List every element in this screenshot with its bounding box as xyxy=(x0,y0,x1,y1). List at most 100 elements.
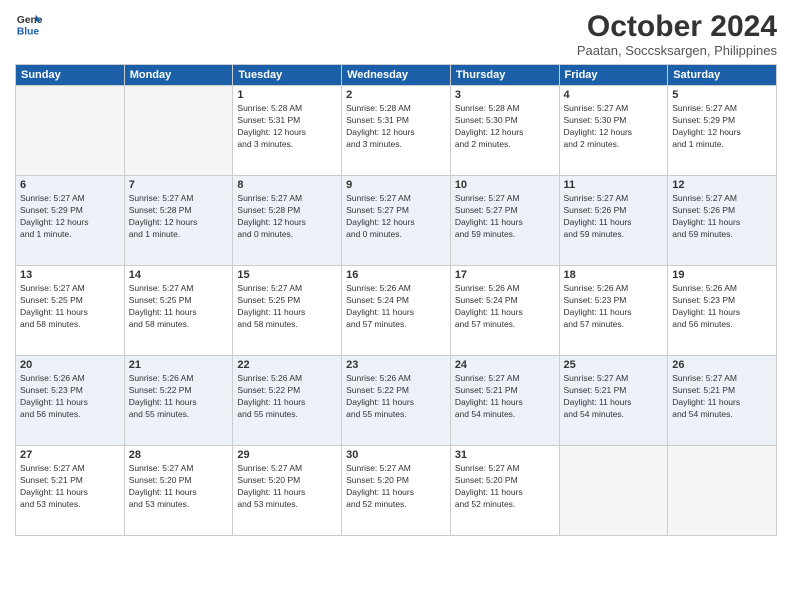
day-info: Sunrise: 5:27 AM Sunset: 5:29 PM Dayligh… xyxy=(672,103,772,151)
day-info: Sunrise: 5:27 AM Sunset: 5:20 PM Dayligh… xyxy=(346,463,446,511)
day-info: Sunrise: 5:27 AM Sunset: 5:21 PM Dayligh… xyxy=(455,373,555,421)
calendar-cell: 13 Sunrise: 5:27 AM Sunset: 5:25 PM Dayli… xyxy=(16,266,125,356)
day-number: 22 xyxy=(237,359,337,371)
calendar-week-5: 27 Sunrise: 5:27 AM Sunset: 5:21 PM Dayli… xyxy=(16,446,777,536)
day-number: 8 xyxy=(237,179,337,191)
day-number: 23 xyxy=(346,359,446,371)
day-number: 14 xyxy=(129,269,229,281)
day-info: Sunrise: 5:26 AM Sunset: 5:23 PM Dayligh… xyxy=(20,373,120,421)
calendar-table: Sunday Monday Tuesday Wednesday Thursday… xyxy=(15,64,777,536)
day-number: 11 xyxy=(564,179,664,191)
day-number: 6 xyxy=(20,179,120,191)
logo-icon: General Blue xyxy=(15,10,43,38)
day-info: Sunrise: 5:27 AM Sunset: 5:28 PM Dayligh… xyxy=(129,193,229,241)
calendar-week-4: 20 Sunrise: 5:26 AM Sunset: 5:23 PM Dayli… xyxy=(16,356,777,446)
calendar-cell: 14 Sunrise: 5:27 AM Sunset: 5:25 PM Dayli… xyxy=(124,266,233,356)
col-sunday: Sunday xyxy=(16,65,125,86)
day-info: Sunrise: 5:26 AM Sunset: 5:24 PM Dayligh… xyxy=(346,283,446,331)
calendar-cell: 30Sunrise: 5:27 AM Sunset: 5:20 PM Dayli… xyxy=(342,446,451,536)
svg-text:Blue: Blue xyxy=(17,26,40,37)
col-saturday: Saturday xyxy=(668,65,777,86)
day-info: Sunrise: 5:27 AM Sunset: 5:27 PM Dayligh… xyxy=(346,193,446,241)
col-tuesday: Tuesday xyxy=(233,65,342,86)
day-number: 7 xyxy=(129,179,229,191)
calendar-cell: 19Sunrise: 5:26 AM Sunset: 5:23 PM Dayli… xyxy=(668,266,777,356)
day-number: 27 xyxy=(20,449,120,461)
calendar-cell: 15 Sunrise: 5:27 AM Sunset: 5:25 PM Dayli… xyxy=(233,266,342,356)
calendar-cell xyxy=(16,86,125,176)
day-info: Sunrise: 5:27 AM Sunset: 5:30 PM Dayligh… xyxy=(564,103,664,151)
day-info: Sunrise: 5:26 AM Sunset: 5:22 PM Dayligh… xyxy=(346,373,446,421)
calendar-cell xyxy=(559,446,668,536)
calendar-week-3: 13 Sunrise: 5:27 AM Sunset: 5:25 PM Dayli… xyxy=(16,266,777,356)
day-number: 16 xyxy=(346,269,446,281)
header-row: Sunday Monday Tuesday Wednesday Thursday… xyxy=(16,65,777,86)
calendar-cell: 22 Sunrise: 5:26 AM Sunset: 5:22 PM Dayli… xyxy=(233,356,342,446)
calendar-cell: 16 Sunrise: 5:26 AM Sunset: 5:24 PM Dayli… xyxy=(342,266,451,356)
calendar-cell: 10 Sunrise: 5:27 AM Sunset: 5:27 PM Dayli… xyxy=(450,176,559,266)
calendar-cell: 6Sunrise: 5:27 AM Sunset: 5:29 PM Daylig… xyxy=(16,176,125,266)
calendar-cell: 25 Sunrise: 5:27 AM Sunset: 5:21 PM Dayli… xyxy=(559,356,668,446)
day-info: Sunrise: 5:27 AM Sunset: 5:25 PM Dayligh… xyxy=(237,283,337,331)
month-title: October 2024 xyxy=(577,10,777,43)
day-number: 13 xyxy=(20,269,120,281)
col-wednesday: Wednesday xyxy=(342,65,451,86)
day-number: 10 xyxy=(455,179,555,191)
calendar-cell: 4 Sunrise: 5:27 AM Sunset: 5:30 PM Daylig… xyxy=(559,86,668,176)
day-number: 5 xyxy=(672,89,772,101)
day-info: Sunrise: 5:27 AM Sunset: 5:21 PM Dayligh… xyxy=(672,373,772,421)
calendar-cell: 3 Sunrise: 5:28 AM Sunset: 5:30 PM Daylig… xyxy=(450,86,559,176)
day-number: 3 xyxy=(455,89,555,101)
day-info: Sunrise: 5:28 AM Sunset: 5:31 PM Dayligh… xyxy=(237,103,337,151)
calendar-cell: 11 Sunrise: 5:27 AM Sunset: 5:26 PM Dayli… xyxy=(559,176,668,266)
col-thursday: Thursday xyxy=(450,65,559,86)
calendar-cell: 7 Sunrise: 5:27 AM Sunset: 5:28 PM Daylig… xyxy=(124,176,233,266)
day-info: Sunrise: 5:27 AM Sunset: 5:20 PM Dayligh… xyxy=(129,463,229,511)
day-info: Sunrise: 5:27 AM Sunset: 5:26 PM Dayligh… xyxy=(564,193,664,241)
calendar-cell: 12Sunrise: 5:27 AM Sunset: 5:26 PM Dayli… xyxy=(668,176,777,266)
calendar-cell: 31 Sunrise: 5:27 AM Sunset: 5:20 PM Dayli… xyxy=(450,446,559,536)
day-number: 2 xyxy=(346,89,446,101)
header: General Blue October 2024 Paatan, Soccsk… xyxy=(15,10,777,58)
calendar-week-2: 6Sunrise: 5:27 AM Sunset: 5:29 PM Daylig… xyxy=(16,176,777,266)
day-number: 24 xyxy=(455,359,555,371)
day-info: Sunrise: 5:27 AM Sunset: 5:27 PM Dayligh… xyxy=(455,193,555,241)
calendar-cell: 18 Sunrise: 5:26 AM Sunset: 5:23 PM Dayli… xyxy=(559,266,668,356)
day-info: Sunrise: 5:26 AM Sunset: 5:23 PM Dayligh… xyxy=(564,283,664,331)
day-number: 21 xyxy=(129,359,229,371)
day-info: Sunrise: 5:27 AM Sunset: 5:25 PM Dayligh… xyxy=(129,283,229,331)
calendar-cell: 1Sunrise: 5:28 AM Sunset: 5:31 PM Daylig… xyxy=(233,86,342,176)
calendar-cell: 2Sunrise: 5:28 AM Sunset: 5:31 PM Daylig… xyxy=(342,86,451,176)
page: General Blue October 2024 Paatan, Soccsk… xyxy=(0,0,792,612)
day-info: Sunrise: 5:27 AM Sunset: 5:21 PM Dayligh… xyxy=(20,463,120,511)
day-info: Sunrise: 5:27 AM Sunset: 5:28 PM Dayligh… xyxy=(237,193,337,241)
day-info: Sunrise: 5:27 AM Sunset: 5:25 PM Dayligh… xyxy=(20,283,120,331)
col-friday: Friday xyxy=(559,65,668,86)
day-number: 9 xyxy=(346,179,446,191)
title-block: October 2024 Paatan, Soccsksargen, Phili… xyxy=(577,10,777,58)
day-number: 20 xyxy=(20,359,120,371)
calendar-cell: 23 Sunrise: 5:26 AM Sunset: 5:22 PM Dayli… xyxy=(342,356,451,446)
day-number: 25 xyxy=(564,359,664,371)
logo: General Blue xyxy=(15,10,43,38)
calendar-cell: 5 Sunrise: 5:27 AM Sunset: 5:29 PM Daylig… xyxy=(668,86,777,176)
day-number: 17 xyxy=(455,269,555,281)
day-info: Sunrise: 5:26 AM Sunset: 5:23 PM Dayligh… xyxy=(672,283,772,331)
calendar-cell: 26Sunrise: 5:27 AM Sunset: 5:21 PM Dayli… xyxy=(668,356,777,446)
day-info: Sunrise: 5:26 AM Sunset: 5:22 PM Dayligh… xyxy=(237,373,337,421)
day-number: 18 xyxy=(564,269,664,281)
calendar-cell: 27 Sunrise: 5:27 AM Sunset: 5:21 PM Dayli… xyxy=(16,446,125,536)
day-number: 31 xyxy=(455,449,555,461)
day-info: Sunrise: 5:27 AM Sunset: 5:20 PM Dayligh… xyxy=(455,463,555,511)
calendar-cell: 24 Sunrise: 5:27 AM Sunset: 5:21 PM Dayli… xyxy=(450,356,559,446)
calendar-cell: 28Sunrise: 5:27 AM Sunset: 5:20 PM Dayli… xyxy=(124,446,233,536)
day-number: 4 xyxy=(564,89,664,101)
day-info: Sunrise: 5:27 AM Sunset: 5:20 PM Dayligh… xyxy=(237,463,337,511)
day-number: 29 xyxy=(237,449,337,461)
day-info: Sunrise: 5:27 AM Sunset: 5:21 PM Dayligh… xyxy=(564,373,664,421)
day-info: Sunrise: 5:26 AM Sunset: 5:22 PM Dayligh… xyxy=(129,373,229,421)
day-info: Sunrise: 5:28 AM Sunset: 5:30 PM Dayligh… xyxy=(455,103,555,151)
calendar-cell: 17Sunrise: 5:26 AM Sunset: 5:24 PM Dayli… xyxy=(450,266,559,356)
subtitle: Paatan, Soccsksargen, Philippines xyxy=(577,43,777,58)
day-number: 15 xyxy=(237,269,337,281)
